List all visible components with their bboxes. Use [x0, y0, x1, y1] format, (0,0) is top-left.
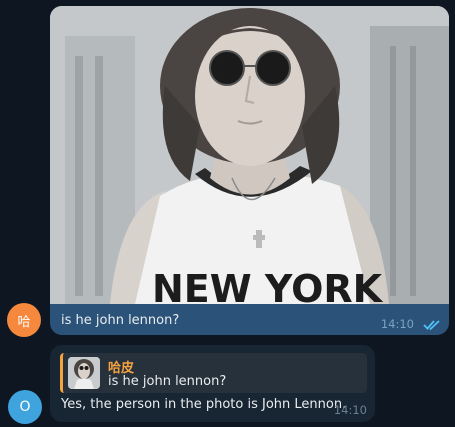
- shirt-text: NEW YORK: [152, 267, 384, 304]
- quote-text: is he john lennon?: [108, 374, 227, 389]
- reply-quote[interactable]: 哈皮 is he john lennon?: [60, 353, 367, 393]
- chat-area: NEW YORK is he john lennon? 14:10 哈 哈皮 i…: [0, 0, 455, 427]
- message-text: is he john lennon?: [61, 313, 180, 328]
- message-time: 14:10: [380, 317, 414, 331]
- message-time: 14:10: [333, 403, 367, 417]
- double-check-icon: [423, 320, 440, 331]
- sender-avatar[interactable]: 哈: [7, 303, 41, 337]
- message-text: Yes, the person in the photo is John Len…: [61, 397, 347, 412]
- outgoing-message[interactable]: NEW YORK is he john lennon? 14:10: [50, 6, 449, 335]
- quote-thumbnail: [68, 357, 100, 389]
- sender-avatar[interactable]: O: [8, 390, 42, 424]
- incoming-message[interactable]: 哈皮 is he john lennon? Yes, the person in…: [50, 345, 375, 422]
- message-photo[interactable]: NEW YORK: [50, 6, 449, 304]
